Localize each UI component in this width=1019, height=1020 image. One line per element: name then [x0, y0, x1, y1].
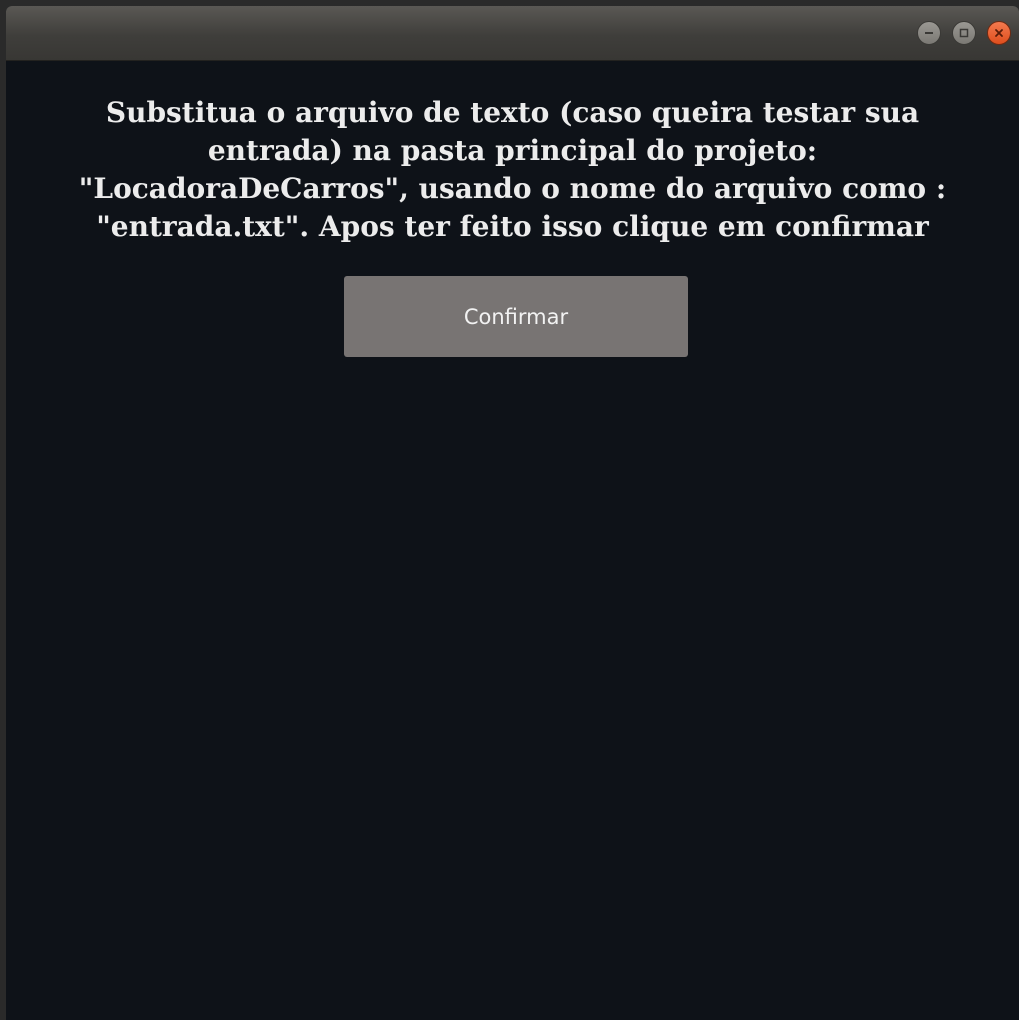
maximize-button[interactable]: [952, 21, 976, 45]
close-button[interactable]: [987, 21, 1011, 45]
minimize-icon: [925, 32, 933, 34]
minimize-button[interactable]: [917, 21, 941, 45]
title-bar[interactable]: [6, 6, 1019, 61]
close-icon: [995, 29, 1003, 37]
maximize-icon: [959, 28, 969, 38]
instruction-message: Substitua o arquivo de texto (caso queir…: [78, 96, 947, 243]
confirm-button[interactable]: Confirmar: [344, 276, 688, 357]
app-window: Substitua o arquivo de texto (caso queir…: [6, 6, 1019, 1020]
